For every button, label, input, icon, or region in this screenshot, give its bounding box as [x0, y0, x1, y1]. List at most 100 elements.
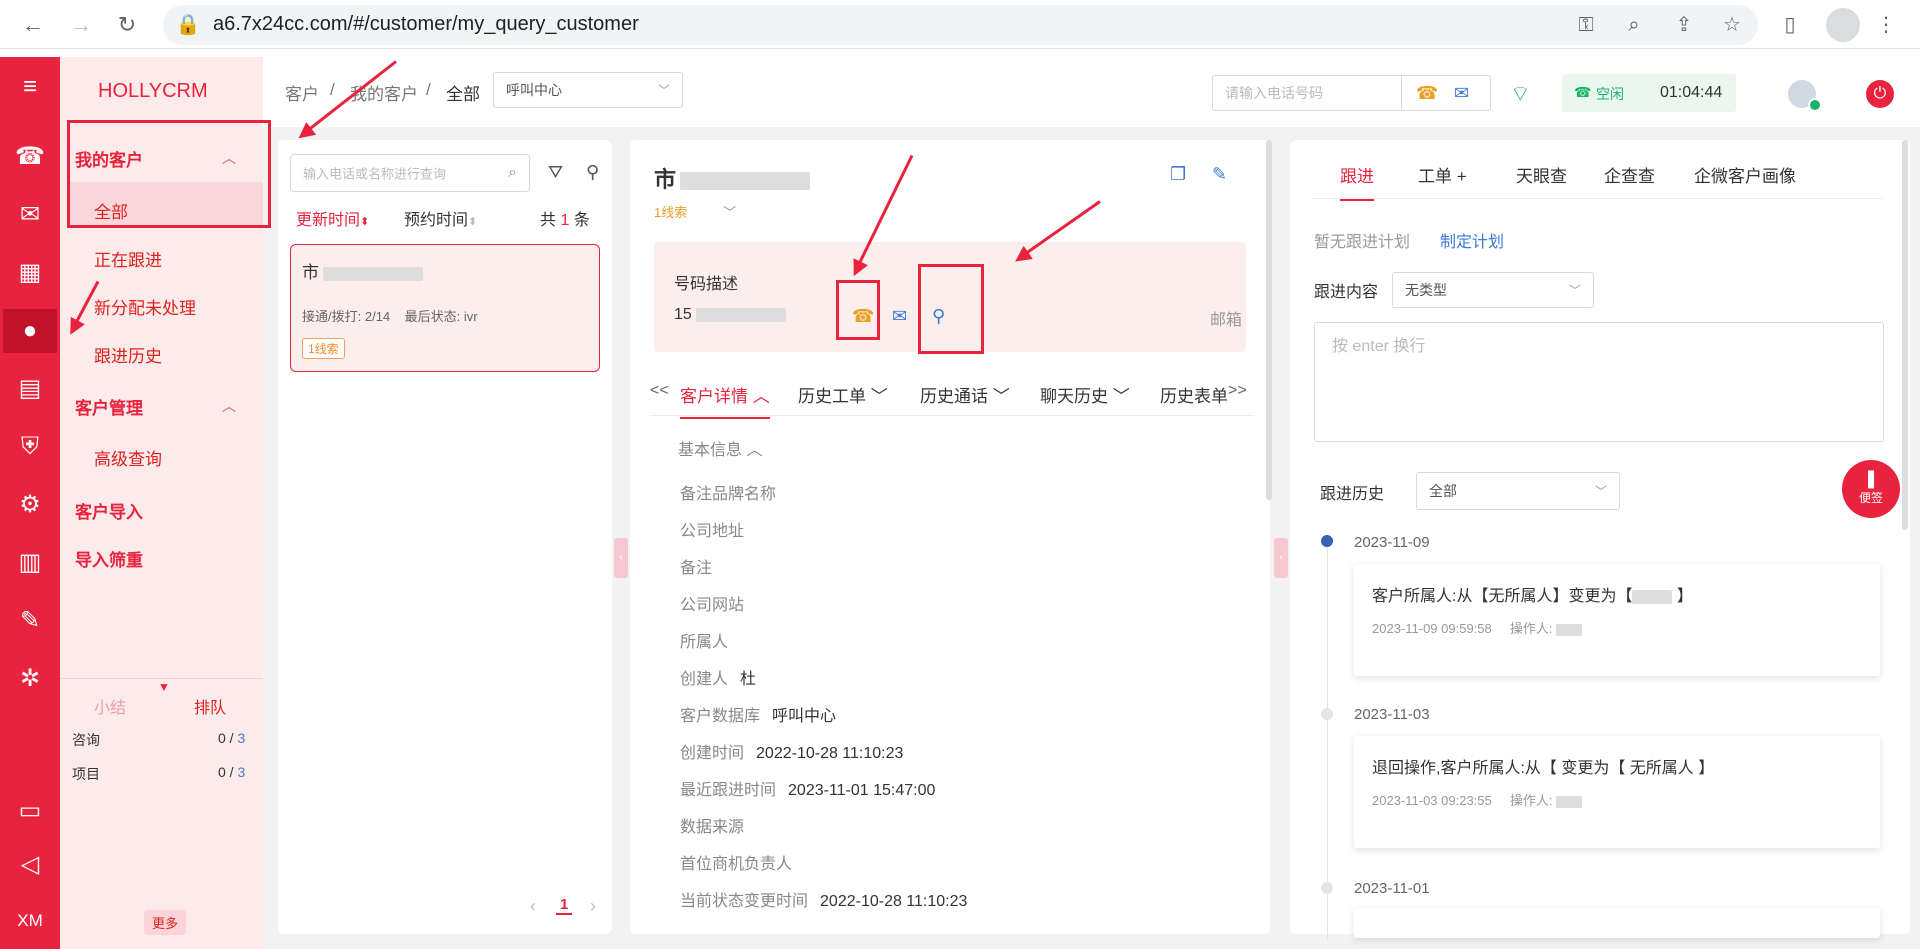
- page-number[interactable]: 1: [556, 896, 573, 915]
- detail-field-row: 首位商机负责人: [680, 850, 804, 874]
- tab-history-tickets[interactable]: 历史工单 ﹀: [798, 382, 888, 407]
- tabs-next[interactable]: >>: [1228, 382, 1247, 400]
- sort-update-time[interactable]: 更新时间⬍: [296, 206, 369, 230]
- edit-icon[interactable]: ✎: [1212, 164, 1227, 185]
- stat-value-project: 0 / 3: [218, 764, 246, 780]
- key-icon[interactable]: ⚿: [1572, 11, 1600, 39]
- collapse-right-handle[interactable]: ‹: [1274, 538, 1288, 578]
- sidepanel-icon[interactable]: ▯: [1776, 11, 1804, 39]
- detail-field-label: 最近跟进时间: [680, 782, 777, 799]
- breadcrumb-my[interactable]: 我的客户: [350, 80, 418, 105]
- follow-scrollbar[interactable]: [1902, 140, 1908, 530]
- browser-toolbar: ← → ↻ 🔒 a6.7x24cc.com/#/customer/my_quer…: [0, 0, 1920, 49]
- phone-icon[interactable]: ☎: [0, 135, 60, 179]
- detail-field-label: 备注品牌名称: [680, 486, 777, 503]
- list-item-calls: 接通/拨打: 2/14 最后状态: ivr: [302, 309, 478, 324]
- side-item-new-assigned[interactable]: 新分配未处理: [94, 294, 196, 319]
- tab-summary[interactable]: 小结: [94, 694, 126, 718]
- list-item-tag: 1线索: [302, 338, 345, 359]
- clipboard-icon[interactable]: ▤: [0, 367, 60, 411]
- follow-type-select[interactable]: 无类型 ﹀: [1392, 272, 1594, 308]
- megaphone-icon[interactable]: ◁: [0, 843, 60, 887]
- side-item-advanced-query[interactable]: 高级查询: [94, 445, 162, 470]
- timeline-line: [1327, 540, 1328, 940]
- sort-appoint-time[interactable]: 预约时间⬍: [404, 206, 477, 230]
- page-prev-icon[interactable]: ‹: [530, 896, 536, 917]
- detail-field-value: 杜: [740, 671, 757, 688]
- sms-icon[interactable]: ✉: [1454, 83, 1469, 104]
- hamburger-icon[interactable]: ≡: [0, 65, 60, 109]
- star-icon[interactable]: ☆: [1718, 11, 1746, 39]
- side-item-following[interactable]: 正在跟进: [94, 246, 162, 271]
- clue-select[interactable]: 1线索 ﹀: [654, 202, 736, 221]
- message-icon[interactable]: ✉: [892, 306, 907, 327]
- share-icon[interactable]: ⇪: [1670, 11, 1698, 39]
- add-user-icon[interactable]: ⚲: [586, 162, 599, 183]
- detail-field-label: 客户数据库: [680, 708, 761, 725]
- phone-input[interactable]: 请输入电话号码: [1212, 75, 1402, 111]
- wifi-icon: ⌔: [1510, 81, 1531, 106]
- follow-tabs-divider: [1312, 198, 1882, 199]
- tab-tianyancha[interactable]: 天眼查: [1516, 162, 1567, 187]
- org-select[interactable]: 呼叫中心 ﹀: [493, 72, 683, 108]
- timeline-text-2: 退回操作,客户所属人:从【 变更为【 无所属人 】: [1372, 760, 1715, 777]
- tab-qichacha[interactable]: 企查查: [1604, 162, 1655, 187]
- follow-content-label: 跟进内容: [1314, 284, 1379, 301]
- message-icon[interactable]: ✎: [0, 599, 60, 643]
- tab-queue[interactable]: 排队: [194, 694, 226, 718]
- back-icon[interactable]: ←: [18, 10, 48, 40]
- tab-follow[interactable]: 跟进: [1340, 162, 1374, 201]
- reload-icon[interactable]: ↻: [112, 10, 142, 40]
- detail-field-row: 客户数据库 呼叫中心: [680, 702, 836, 726]
- detail-field-row: 创建人杜: [680, 665, 756, 689]
- side-group-management[interactable]: 客户管理: [75, 394, 143, 419]
- detail-field-value: 2022-10-28 11:10:23: [756, 745, 904, 762]
- timeline-date-3: 2023-11-01: [1354, 880, 1430, 897]
- tab-ticket[interactable]: 工单 +: [1418, 162, 1467, 187]
- side-item-history[interactable]: 跟进历史: [94, 342, 162, 367]
- follow-history-select[interactable]: 全部 ﹀: [1416, 472, 1620, 510]
- tab-history-calls[interactable]: 历史通话 ﹀: [920, 382, 1010, 407]
- make-plan-link[interactable]: 制定计划: [1440, 228, 1504, 252]
- timeline-dot-2: [1321, 708, 1333, 720]
- chevron-up-icon-2[interactable]: ︿: [222, 396, 236, 416]
- chat-icon[interactable]: ✉: [0, 193, 60, 237]
- highlight-box-call: [836, 280, 880, 340]
- book-icon[interactable]: ▭: [0, 789, 60, 833]
- detail-field-row: 数据来源: [680, 813, 756, 837]
- tab-wecom-profile[interactable]: 企微客户画像: [1694, 162, 1796, 187]
- tab-history-forms[interactable]: 历史表单: [1160, 382, 1228, 407]
- customer-search-input[interactable]: 输入电话或名称进行查询 ⌕: [290, 154, 530, 192]
- grid-icon[interactable]: ▦: [0, 251, 60, 295]
- no-plan-text: 暂无跟进计划: [1314, 234, 1411, 251]
- chart-icon[interactable]: ▥: [0, 541, 60, 585]
- copy-icon[interactable]: ❐: [1170, 164, 1186, 185]
- breadcrumb-root[interactable]: 客户: [285, 80, 319, 105]
- shield-icon[interactable]: ⛨: [0, 425, 60, 469]
- side-group-dedupe[interactable]: 导入筛重: [75, 546, 143, 571]
- settings-icon[interactable]: ✲: [0, 657, 60, 701]
- url-text: a6.7x24cc.com/#/customer/my_query_custom…: [213, 13, 639, 35]
- filter-icon[interactable]: ⛛: [548, 162, 563, 183]
- dial-icon[interactable]: ☎: [1416, 83, 1438, 104]
- side-group-import[interactable]: 客户导入: [75, 498, 143, 523]
- timeline-date: 2023-11-09: [1354, 534, 1430, 551]
- tabs-prev[interactable]: <<: [650, 382, 669, 400]
- tab-customer-detail[interactable]: 客户详情 ︿: [680, 382, 770, 419]
- profile-icon[interactable]: [1826, 8, 1860, 42]
- detail-field-label: 数据来源: [680, 819, 745, 836]
- collapse-left-handle[interactable]: ‹: [614, 538, 628, 578]
- page-next-icon[interactable]: ›: [590, 896, 596, 917]
- status-timer: 01:04:44: [1660, 84, 1723, 101]
- menu-kebab-icon[interactable]: ⋮: [1872, 11, 1900, 39]
- forward-icon[interactable]: →: [66, 10, 96, 40]
- sticky-note-button[interactable]: ❚ 便签: [1842, 460, 1900, 518]
- rail-user-initials[interactable]: XM: [0, 899, 60, 943]
- section-basic-info[interactable]: 基本信息 ︿: [678, 436, 771, 460]
- robot-icon[interactable]: ⚙: [0, 483, 60, 527]
- power-icon[interactable]: ⏻: [1866, 80, 1894, 108]
- zoom-icon[interactable]: ⌕: [1620, 11, 1648, 39]
- more-button[interactable]: 更多: [144, 910, 187, 935]
- detail-scrollbar[interactable]: [1266, 140, 1272, 500]
- tab-chat-history[interactable]: 聊天历史 ﹀: [1040, 382, 1130, 407]
